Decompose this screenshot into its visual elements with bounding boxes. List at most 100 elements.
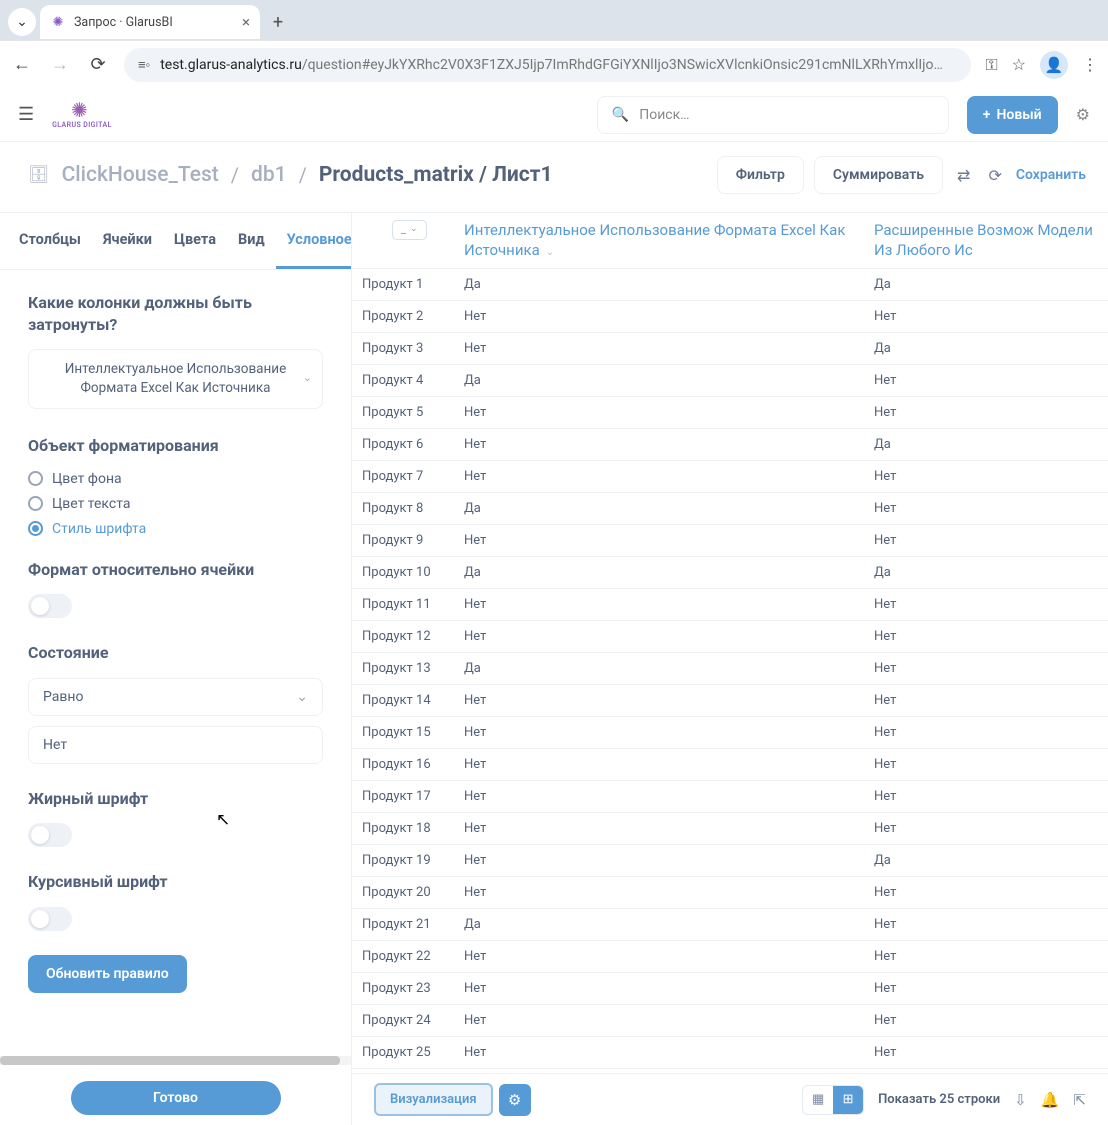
table-row[interactable]: Продукт 25НетНет bbox=[352, 1037, 1108, 1069]
cell-col1[interactable]: Нет bbox=[450, 685, 860, 717]
cell-col2[interactable]: Нет bbox=[860, 909, 1108, 941]
cell-product[interactable]: Продукт 2 bbox=[352, 301, 450, 333]
cell-product[interactable]: Продукт 4 bbox=[352, 365, 450, 397]
cell-col2[interactable]: Да bbox=[860, 845, 1108, 877]
cell-col1[interactable]: Нет bbox=[450, 1037, 860, 1069]
cell-col1[interactable]: Да bbox=[450, 493, 860, 525]
cell-col2[interactable]: Нет bbox=[860, 1037, 1108, 1069]
cell-product[interactable]: Продукт 6 bbox=[352, 429, 450, 461]
table-row[interactable]: Продукт 24НетНет bbox=[352, 1005, 1108, 1037]
back-button[interactable]: ← bbox=[10, 54, 34, 75]
bold-toggle[interactable] bbox=[28, 823, 72, 847]
cell-col1[interactable]: Нет bbox=[450, 301, 860, 333]
cell-product[interactable]: Продукт 15 bbox=[352, 717, 450, 749]
settings-icon[interactable]: ⚙ bbox=[1076, 105, 1090, 124]
cell-col1[interactable]: Да bbox=[450, 653, 860, 685]
cell-col1[interactable]: Нет bbox=[450, 813, 860, 845]
col-header-2[interactable]: Расширенные Возмож Модели Из Любого Ис bbox=[860, 213, 1108, 269]
cell-col1[interactable]: Нет bbox=[450, 461, 860, 493]
cell-product[interactable]: Продукт 13 bbox=[352, 653, 450, 685]
table-row[interactable]: Продукт 14НетНет bbox=[352, 685, 1108, 717]
table-row[interactable]: Продукт 18НетНет bbox=[352, 813, 1108, 845]
table-row[interactable]: Продукт 17НетНет bbox=[352, 781, 1108, 813]
browser-tab[interactable]: ✺ Запрос · GlarusBI × bbox=[40, 5, 260, 39]
table-row[interactable]: Продукт 13ДаНет bbox=[352, 653, 1108, 685]
table-row[interactable]: Продукт 21ДаНет bbox=[352, 909, 1108, 941]
cell-col2[interactable]: Нет bbox=[860, 653, 1108, 685]
refresh-icon[interactable]: ⟳ bbox=[984, 162, 1005, 189]
cell-col1[interactable]: Да bbox=[450, 269, 860, 301]
cell-col2[interactable]: Нет bbox=[860, 365, 1108, 397]
cell-col2[interactable]: Да bbox=[860, 557, 1108, 589]
cell-product[interactable]: Продукт 24 bbox=[352, 1005, 450, 1037]
cell-col1[interactable]: Нет bbox=[450, 749, 860, 781]
italic-toggle[interactable] bbox=[28, 907, 72, 931]
operator-select[interactable]: Равно⌄ bbox=[28, 678, 323, 716]
cell-col1[interactable]: Нет bbox=[450, 525, 860, 557]
visualization-button[interactable]: Визуализация bbox=[374, 1083, 493, 1116]
breadcrumb-db[interactable]: ClickHouse_Test bbox=[62, 163, 219, 187]
cell-col2[interactable]: Нет bbox=[860, 813, 1108, 845]
visualization-settings-button[interactable]: ⚙ bbox=[499, 1084, 531, 1116]
cell-col1[interactable]: Нет bbox=[450, 429, 860, 461]
cell-col2[interactable]: Да bbox=[860, 333, 1108, 365]
col-header-index[interactable]: _⌄ bbox=[352, 213, 450, 269]
table-row[interactable]: Продукт 11НетНет bbox=[352, 589, 1108, 621]
cell-col1[interactable]: Нет bbox=[450, 621, 860, 653]
filter-button[interactable]: Фильтр bbox=[717, 156, 804, 194]
cell-col2[interactable]: Нет bbox=[860, 461, 1108, 493]
table-row[interactable]: Продукт 2НетНет bbox=[352, 301, 1108, 333]
cell-product[interactable]: Продукт 23 bbox=[352, 973, 450, 1005]
table-row[interactable]: Продукт 3НетДа bbox=[352, 333, 1108, 365]
profile-avatar-icon[interactable]: 👤 bbox=[1040, 51, 1068, 79]
bookmark-icon[interactable]: ☆ bbox=[1012, 55, 1026, 74]
cell-product[interactable]: Продукт 14 bbox=[352, 685, 450, 717]
radio-font-style[interactable]: Стиль шрифта bbox=[28, 521, 323, 537]
cell-col2[interactable]: Нет bbox=[860, 525, 1108, 557]
password-icon[interactable]: ⚿ bbox=[985, 55, 997, 75]
column-select[interactable]: Интеллектуальное Использование Формата E… bbox=[28, 349, 323, 409]
forward-button[interactable]: → bbox=[48, 54, 72, 75]
cell-col1[interactable]: Да bbox=[450, 365, 860, 397]
table-row[interactable]: Продукт 7НетНет bbox=[352, 461, 1108, 493]
tab-cells[interactable]: Ячейки bbox=[92, 213, 163, 269]
cell-col2[interactable]: Нет bbox=[860, 717, 1108, 749]
table-view-button[interactable]: ▦ bbox=[803, 1086, 833, 1114]
tab-view[interactable]: Вид bbox=[227, 213, 276, 269]
cell-col2[interactable]: Нет bbox=[860, 781, 1108, 813]
cell-product[interactable]: Продукт 22 bbox=[352, 941, 450, 973]
bell-icon[interactable]: 🔔 bbox=[1041, 1091, 1060, 1109]
save-button[interactable]: Сохранить bbox=[1016, 167, 1086, 183]
search-input[interactable]: 🔍 Поиск… bbox=[597, 96, 949, 134]
cell-col1[interactable]: Нет bbox=[450, 333, 860, 365]
table-row[interactable]: Продукт 8ДаНет bbox=[352, 493, 1108, 525]
cell-col2[interactable]: Нет bbox=[860, 589, 1108, 621]
menu-icon[interactable]: ⋮ bbox=[1082, 55, 1098, 74]
cell-col1[interactable]: Нет bbox=[450, 589, 860, 621]
table-row[interactable]: Продукт 12НетНет bbox=[352, 621, 1108, 653]
cell-product[interactable]: Продукт 12 bbox=[352, 621, 450, 653]
table-row[interactable]: Продукт 23НетНет bbox=[352, 973, 1108, 1005]
cell-col1[interactable]: Да bbox=[450, 557, 860, 589]
radio-bg-color[interactable]: Цвет фона bbox=[28, 471, 323, 487]
row-count[interactable]: Показать 25 строки bbox=[878, 1092, 1000, 1107]
cell-col2[interactable]: Нет bbox=[860, 397, 1108, 429]
new-tab-button[interactable]: + bbox=[264, 12, 292, 33]
table-row[interactable]: Продукт 15НетНет bbox=[352, 717, 1108, 749]
tab-columns[interactable]: Столбцы bbox=[8, 213, 92, 269]
cell-col1[interactable]: Нет bbox=[450, 781, 860, 813]
table-row[interactable]: Продукт 20НетНет bbox=[352, 877, 1108, 909]
breadcrumb-table[interactable]: Products_matrix / Лист1 bbox=[319, 163, 553, 187]
table-row[interactable]: Продукт 4ДаНет bbox=[352, 365, 1108, 397]
cell-product[interactable]: Продукт 7 bbox=[352, 461, 450, 493]
table-row[interactable]: Продукт 6НетДа bbox=[352, 429, 1108, 461]
tab-conditional-formatting[interactable]: Условное форматирование bbox=[276, 213, 352, 269]
hamburger-icon[interactable]: ☰ bbox=[18, 104, 34, 125]
cell-col2[interactable]: Нет bbox=[860, 621, 1108, 653]
cell-product[interactable]: Продукт 25 bbox=[352, 1037, 450, 1069]
cell-product[interactable]: Продукт 20 bbox=[352, 877, 450, 909]
download-icon[interactable]: ⇩ bbox=[1014, 1091, 1027, 1109]
cell-col1[interactable]: Нет bbox=[450, 717, 860, 749]
cell-col1[interactable]: Нет bbox=[450, 877, 860, 909]
cell-col2[interactable]: Нет bbox=[860, 973, 1108, 1005]
